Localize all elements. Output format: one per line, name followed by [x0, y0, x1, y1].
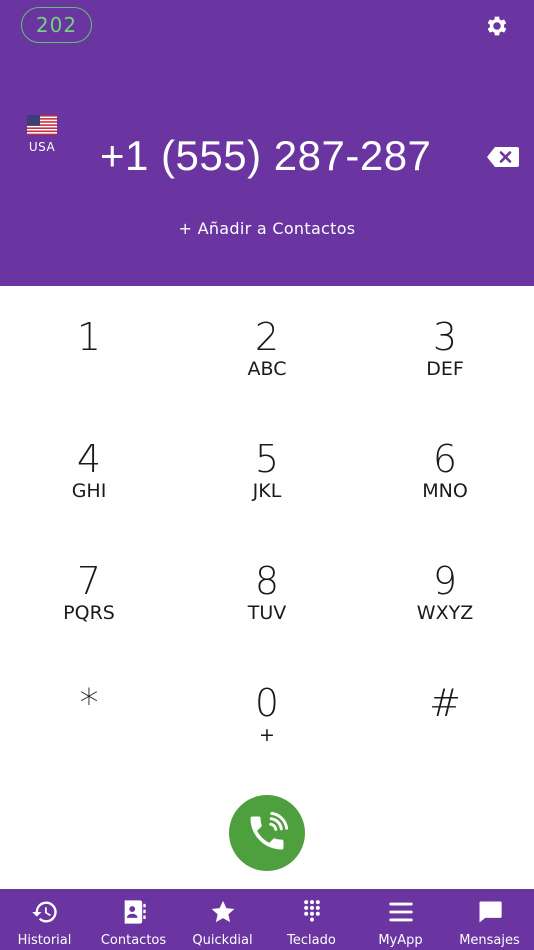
key-6[interactable]: 6 MNO — [356, 438, 534, 558]
country-code: USA — [28, 140, 56, 154]
phone-call-icon — [250, 811, 289, 850]
key-3[interactable]: 3 DEF — [356, 316, 534, 436]
key-digit: 8 — [254, 559, 280, 603]
key-5[interactable]: 5 JKL — [178, 438, 356, 558]
key-letters: TUV — [247, 602, 287, 624]
message-icon — [479, 901, 502, 923]
tab-myapp[interactable]: MyApp — [356, 889, 445, 950]
key-digit: 9 — [432, 559, 458, 603]
contacts-icon — [124, 900, 146, 924]
key-digit: # — [429, 681, 461, 725]
key-digit: 5 — [254, 437, 280, 481]
key-4[interactable]: 4 GHI — [0, 438, 178, 558]
tab-contactos[interactable]: Contactos — [89, 889, 178, 950]
tab-label: Teclado — [287, 933, 336, 948]
tab-mensajes[interactable]: Mensajes — [445, 889, 534, 950]
history-icon — [31, 901, 57, 923]
key-hash[interactable]: # — [356, 682, 534, 802]
key-digit: 6 — [432, 437, 458, 481]
call-button[interactable] — [229, 795, 305, 871]
key-digit: 7 — [76, 559, 102, 603]
add-to-contacts-link[interactable]: + Añadir a Contactos — [0, 219, 534, 238]
tab-label: Historial — [17, 933, 72, 948]
tab-label: Quickdial — [192, 933, 253, 948]
backspace-icon[interactable] — [486, 146, 520, 168]
key-1[interactable]: 1 — [0, 316, 178, 436]
keypad-icon — [303, 900, 320, 922]
key-letters: + — [259, 724, 275, 746]
key-digit: 4 — [76, 437, 102, 481]
key-letters: GHI — [71, 480, 107, 502]
tab-quickdial[interactable]: Quickdial — [178, 889, 267, 950]
tab-label: MyApp — [378, 933, 423, 948]
tab-historial[interactable]: Historial — [0, 889, 89, 950]
key-digit: 2 — [254, 315, 280, 359]
key-8[interactable]: 8 TUV — [178, 560, 356, 680]
key-digit: 1 — [76, 315, 102, 359]
key-digit: 0 — [254, 681, 280, 725]
key-letters: WXYZ — [416, 602, 474, 624]
key-9[interactable]: 9 WXYZ — [356, 560, 534, 680]
star-icon — [211, 900, 234, 923]
key-7[interactable]: 7 PQRS — [0, 560, 178, 680]
key-digit: * — [79, 681, 99, 725]
bottom-tab-bar: Historial Contactos Quickdial Teclado My… — [0, 889, 534, 950]
dialer-header: 202 USA +1 (555) 287-287 + Añadir a Cont… — [0, 0, 534, 286]
country-selector[interactable]: USA — [26, 115, 58, 154]
key-digit: 3 — [432, 315, 458, 359]
key-letters: ABC — [247, 358, 287, 380]
key-star[interactable]: * — [0, 682, 178, 802]
key-letters: JKL — [252, 480, 282, 502]
key-letters: MNO — [422, 480, 468, 502]
tab-teclado[interactable]: Teclado — [267, 889, 356, 950]
tab-label: Contactos — [100, 933, 167, 948]
phone-number-display: +1 (555) 287-287 — [100, 132, 432, 179]
dial-keypad: 1 2 ABC 3 DEF 4 GHI 5 JKL 6 MNO 7 PQRS 8… — [0, 300, 534, 780]
credit-badge[interactable]: 202 — [21, 7, 92, 43]
key-0[interactable]: 0 + — [178, 682, 356, 802]
key-letters: DEF — [426, 358, 464, 380]
gear-icon[interactable] — [484, 13, 510, 39]
key-2[interactable]: 2 ABC — [178, 316, 356, 436]
menu-icon — [388, 902, 413, 922]
us-flag-icon — [27, 115, 57, 135]
tab-label: Mensajes — [459, 933, 520, 948]
key-letters: PQRS — [63, 602, 115, 624]
